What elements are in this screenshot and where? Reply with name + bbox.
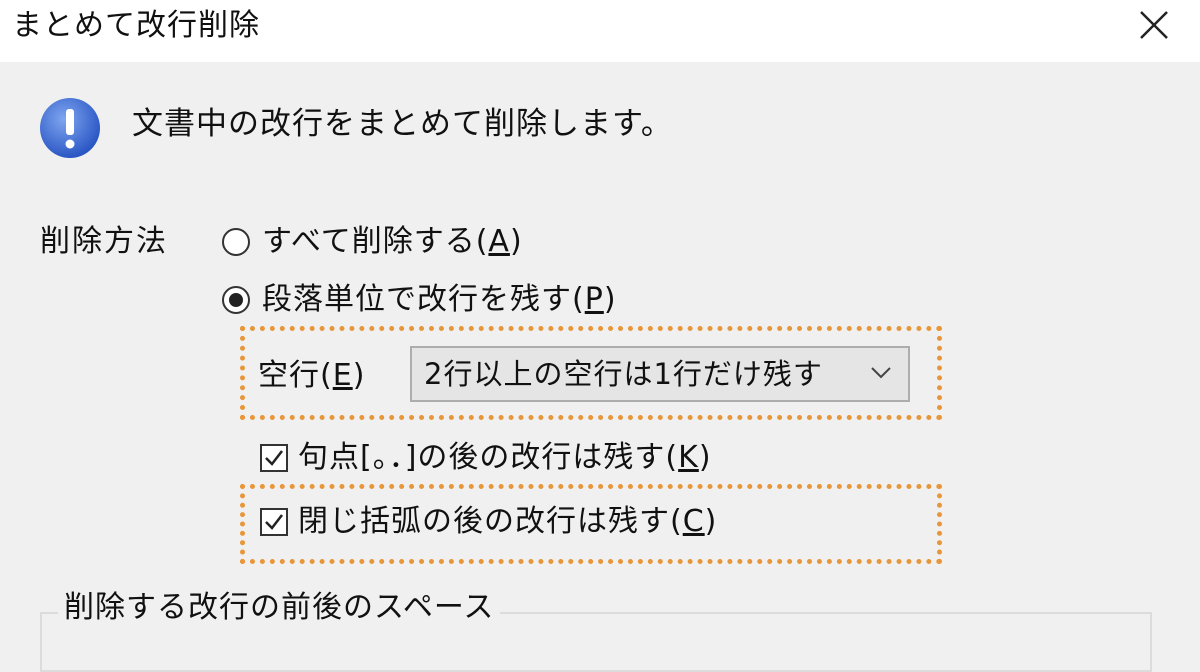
dialog-window: まとめて改行削除 文書中の改行をまとめて削除します。 削除方法 すべて削除する(…: [0, 0, 1200, 672]
blank-line-dropdown[interactable]: 2行以上の空行は1行だけ残す: [410, 346, 910, 402]
radio-delete-all-label: すべて削除する(A): [262, 224, 523, 259]
message-text: 文書中の改行をまとめて削除します。: [132, 106, 673, 142]
close-button[interactable]: [1118, 0, 1190, 52]
checkbox-box[interactable]: [260, 508, 288, 536]
radio-keep-paragraph[interactable]: 段落単位で改行を残す(P): [222, 278, 617, 322]
title-bar: まとめて改行削除: [0, 0, 1200, 62]
delete-method-label: 削除方法: [40, 224, 168, 259]
checkbox-keep-after-period-label: 句点[。．]の後の改行は残す(K): [298, 440, 712, 475]
check-icon: [265, 450, 283, 466]
checkbox-keep-after-bracket-label: 閉じ括弧の後の改行は残す(C): [298, 504, 718, 539]
info-exclamation-icon: [40, 98, 100, 158]
close-icon: [1140, 11, 1168, 39]
check-icon: [265, 514, 283, 530]
dropdown-selected-value: 2行以上の空行は1行だけ残す: [424, 357, 823, 391]
blank-line-label: 空行(E): [258, 358, 366, 393]
chevron-down-icon: [871, 367, 891, 379]
spaces-group-legend: 削除する改行の前後のスペース: [58, 588, 501, 628]
window-title: まとめて改行削除: [12, 8, 260, 43]
checkbox-keep-after-period[interactable]: 句点[。．]の後の改行は残す(K): [260, 436, 712, 480]
radio-keep-paragraph-label: 段落単位で改行を残す(P): [262, 282, 617, 317]
checkbox-box[interactable]: [260, 444, 288, 472]
checkbox-keep-after-bracket[interactable]: 閉じ括弧の後の改行は残す(C): [260, 500, 717, 544]
radio-button-selected[interactable]: [222, 286, 250, 314]
radio-button[interactable]: [222, 228, 250, 256]
radio-delete-all[interactable]: すべて削除する(A): [222, 220, 523, 264]
